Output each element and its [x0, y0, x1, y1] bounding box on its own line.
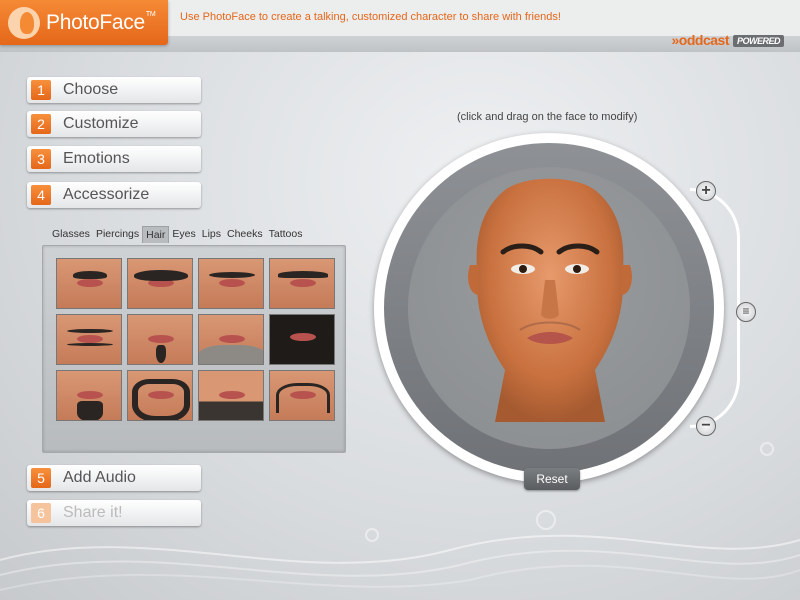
- tab-tattoos[interactable]: Tattoos: [266, 226, 306, 243]
- tagline: Use PhotoFace to create a talking, custo…: [180, 11, 561, 23]
- background-circle: [760, 442, 774, 456]
- beard-thumbnail[interactable]: [198, 314, 264, 365]
- step-choose-button[interactable]: 1 Choose: [27, 77, 201, 103]
- powered-badge: POWERED: [732, 35, 784, 48]
- tab-hair[interactable]: Hair: [142, 226, 170, 243]
- tab-cheeks[interactable]: Cheeks: [224, 226, 266, 243]
- goatee-thumbnail[interactable]: [198, 370, 264, 421]
- step-label: Customize: [63, 115, 139, 132]
- face-model[interactable]: [465, 170, 635, 422]
- step-label: Add Audio: [63, 469, 136, 486]
- step-label: Accessorize: [63, 186, 150, 203]
- step-customize-button[interactable]: 2 Customize: [27, 111, 201, 137]
- step-number: 2: [31, 114, 51, 134]
- zoom-in-button[interactable]: +: [696, 181, 716, 201]
- step-accessorize-button[interactable]: 4 Accessorize: [27, 182, 201, 208]
- oddcast-logo: »oddcast POWERED: [672, 32, 784, 48]
- app-name: PhotoFaceTM: [46, 10, 156, 34]
- step-emotions-button[interactable]: 3 Emotions: [27, 146, 201, 172]
- step-label: Choose: [63, 81, 119, 98]
- zoom-handle[interactable]: ≡: [736, 302, 756, 322]
- tab-eyes[interactable]: Eyes: [169, 226, 198, 243]
- accessory-tabs: Glasses Piercings Hair Eyes Lips Cheeks …: [49, 226, 305, 243]
- background-circle: [536, 510, 556, 530]
- mustache-thumbnail[interactable]: [269, 258, 335, 309]
- mustache-thumbnail[interactable]: [56, 314, 122, 365]
- trademark: TM: [145, 10, 156, 18]
- step-label: Share it!: [63, 504, 123, 521]
- reset-button[interactable]: Reset: [524, 468, 580, 490]
- step-label: Emotions: [63, 150, 130, 167]
- step-number: 3: [31, 149, 51, 169]
- photoface-logo: PhotoFaceTM: [0, 0, 168, 45]
- handlebar-mustache-thumbnail[interactable]: [269, 370, 335, 421]
- accessory-panel: [42, 245, 346, 453]
- tab-glasses[interactable]: Glasses: [49, 226, 93, 243]
- face-edit-hint: (click and drag on the face to modify): [457, 111, 638, 123]
- step-share-button[interactable]: 6 Share it!: [27, 500, 201, 526]
- beard-thumbnail[interactable]: [269, 314, 335, 365]
- head-logo-icon: [8, 6, 40, 39]
- hair-thumbnail-grid: [56, 258, 335, 421]
- beard-thumbnail[interactable]: [127, 370, 193, 421]
- mustache-thumbnail[interactable]: [127, 258, 193, 309]
- step-add-audio-button[interactable]: 5 Add Audio: [27, 465, 201, 491]
- mustache-thumbnail[interactable]: [56, 258, 122, 309]
- tab-piercings[interactable]: Piercings: [93, 226, 142, 243]
- mustache-thumbnail[interactable]: [198, 258, 264, 309]
- zoom-out-button[interactable]: −: [696, 416, 716, 436]
- step-number: 4: [31, 185, 51, 205]
- background-circle: [365, 528, 379, 542]
- step-number: 6: [31, 503, 51, 523]
- goatee-thumbnail[interactable]: [127, 314, 193, 365]
- beard-thumbnail[interactable]: [56, 370, 122, 421]
- step-number: 5: [31, 468, 51, 488]
- step-number: 1: [31, 80, 51, 100]
- brand-name: »oddcast: [671, 32, 730, 48]
- tab-lips[interactable]: Lips: [199, 226, 224, 243]
